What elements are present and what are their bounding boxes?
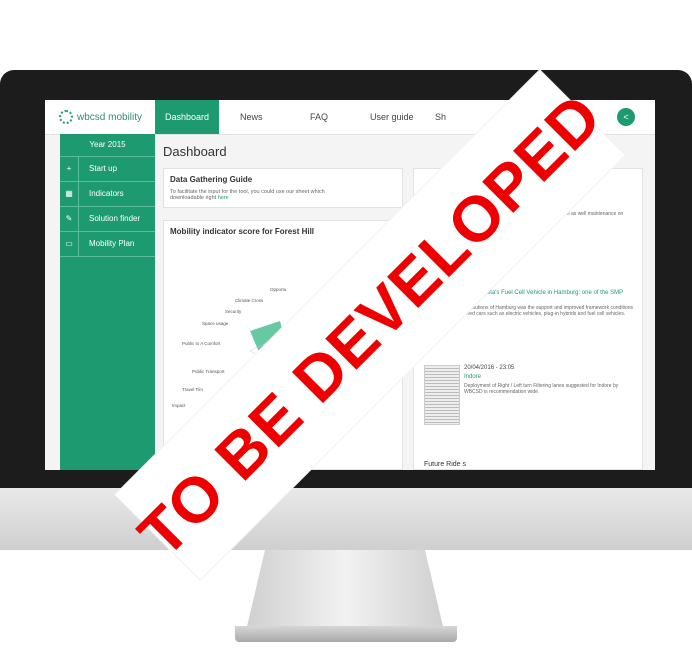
- sidebar-item-mobility-plan[interactable]: ▭ Mobility Plan: [60, 232, 155, 257]
- card-text: To facilitate the input for the tool, yo…: [170, 189, 396, 201]
- sidebar-item-label: Indicators: [89, 189, 124, 198]
- radar-label: Impact: [172, 403, 186, 408]
- news-footer-heading: Future Ride s: [424, 461, 467, 468]
- chart-icon: ▦: [60, 182, 79, 206]
- guide-text-2: downloadable right: [170, 195, 217, 201]
- radar-label: Public to A Comfort: [182, 341, 221, 346]
- chart-title: Mobility indicator score for Forest Hill: [170, 227, 315, 236]
- tab-news[interactable]: News: [230, 100, 273, 134]
- logo-text: wbcsd mobility: [77, 111, 143, 123]
- monitor-stand: [245, 550, 445, 635]
- data-gathering-card: Data Gathering Guide To facilitate the i…: [163, 168, 403, 208]
- news-item[interactable]: 20/04/2016 - 23:05 Indore Deployment of …: [464, 365, 634, 395]
- radar-label: Climate Cross: [235, 298, 264, 303]
- news-title: Indore: [464, 374, 482, 380]
- guide-link[interactable]: here: [218, 195, 229, 201]
- plus-icon: +: [60, 157, 79, 181]
- tab-faq[interactable]: FAQ: [300, 100, 338, 134]
- news-text: Deployment of Right / Left turn Filterin…: [464, 383, 619, 395]
- sidebar-item-indicators[interactable]: ▦ Indicators: [60, 182, 155, 207]
- sidebar-item-solution-finder[interactable]: ✎ Solution finder: [60, 207, 155, 232]
- sidebar: Year 2015 + Start up ▦ Indicators ✎ Solu…: [60, 134, 155, 470]
- page-title: Dashboard: [163, 144, 227, 159]
- radar-label: Space usage: [202, 321, 229, 326]
- sidebar-item-label: Mobility Plan: [89, 239, 135, 248]
- share-icon[interactable]: <: [617, 108, 635, 126]
- radar-label: Security: [225, 309, 242, 314]
- news-date: 20/04/2016 - 23:05: [464, 365, 515, 371]
- logo[interactable]: wbcsd mobility: [59, 110, 142, 124]
- tab-user-guide[interactable]: User guide: [360, 100, 424, 134]
- chat-icon: ▭: [60, 232, 79, 256]
- sidebar-item-start-up[interactable]: + Start up: [60, 157, 155, 182]
- tab-dashboard[interactable]: Dashboard: [155, 100, 220, 134]
- news-thumbnail[interactable]: [424, 365, 460, 425]
- sidebar-item-label: Solution finder: [89, 214, 141, 223]
- wrench-icon: ✎: [60, 207, 79, 231]
- sidebar-item-label: Start up: [89, 164, 118, 173]
- card-title: Data Gathering Guide: [170, 175, 253, 184]
- year-selector[interactable]: Year 2015: [60, 134, 155, 157]
- logo-icon: [59, 110, 73, 124]
- apple-logo-icon: [334, 502, 358, 532]
- radar-label: Public Transport: [192, 369, 225, 374]
- radar-label: Opportu: [270, 287, 287, 292]
- monitor-stand-base: [235, 626, 457, 642]
- radar-label: Travel Tim: [182, 387, 203, 392]
- tab-more[interactable]: Sh: [425, 100, 456, 134]
